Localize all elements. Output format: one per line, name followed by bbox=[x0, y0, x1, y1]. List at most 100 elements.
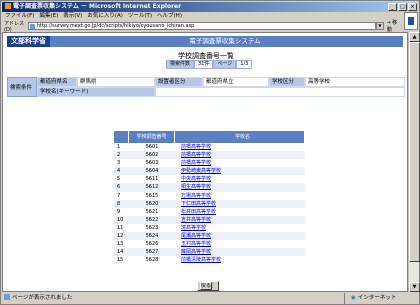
row-code: 5622 bbox=[145, 216, 159, 223]
menu-edit[interactable]: 編集(E) bbox=[39, 12, 58, 21]
table-row: 3 5603 前橋高等学校 bbox=[114, 159, 305, 167]
status-bar: ページが表示されました インターネット bbox=[2, 293, 418, 304]
close-button[interactable]: × bbox=[408, 3, 417, 11]
table-row: 9 5621 松井田高等学校 bbox=[114, 208, 305, 216]
school-link[interactable]: 前橋高等学校 bbox=[175, 151, 305, 159]
school-link[interactable]: 前橋高等学校 bbox=[175, 159, 305, 167]
school-type-value: 高等学校 bbox=[305, 77, 405, 87]
menu-favorites[interactable]: お気に入り(A) bbox=[87, 12, 123, 21]
minimize-button[interactable]: _ bbox=[388, 3, 397, 11]
address-dropdown-icon[interactable]: ▼ bbox=[375, 22, 384, 30]
count-label: 検索件数 bbox=[166, 60, 195, 69]
school-link[interactable]: 伊勢崎東高等学校 bbox=[175, 167, 305, 175]
school-link[interactable]: 前橋高等学校 bbox=[175, 143, 305, 151]
scroll-thumb[interactable] bbox=[409, 42, 420, 262]
table-row: 13 5626 玉村高等学校 bbox=[114, 240, 305, 248]
scroll-down-icon[interactable]: ▼ bbox=[409, 282, 420, 292]
table-row: 4 5604 伊勢崎東高等学校 bbox=[114, 167, 305, 176]
school-link[interactable]: 玉村高等学校 bbox=[175, 240, 305, 248]
table-row: 14 5627 藤岡高等学校 bbox=[114, 248, 305, 257]
row-no: 2 bbox=[117, 152, 121, 159]
row-code: 5612 bbox=[145, 184, 159, 191]
row-no: 13 bbox=[117, 241, 124, 248]
page-content: 電子調査票収集システム 文部科学省 学校調査番号一覧 検索件数 31件 ページ … bbox=[2, 32, 408, 292]
vertical-scrollbar[interactable]: ▲ ▼ bbox=[408, 32, 420, 292]
page-value: 1/3 bbox=[236, 60, 253, 69]
pager-info: 検索件数 31件 ページ 1/3 bbox=[166, 60, 253, 69]
row-no: 8 bbox=[117, 200, 121, 207]
school-type-label: 学校区分 bbox=[269, 77, 305, 87]
table-row: 2 5602 前橋高等学校 bbox=[114, 151, 305, 160]
maximize-button[interactable]: □ bbox=[398, 3, 407, 11]
table-header: 学校調査番号 学校名 bbox=[114, 131, 305, 143]
table-row: 6 5612 桐生高等学校 bbox=[114, 183, 305, 192]
window-title: 電子調査票収集システム － Microsoft Internet Explore… bbox=[13, 3, 182, 10]
row-code: 5604 bbox=[145, 168, 159, 175]
establisher-value: 都道府県立 bbox=[203, 77, 269, 87]
table-row: 7 5615 万場高等学校 bbox=[114, 192, 305, 200]
row-no: 12 bbox=[117, 233, 124, 240]
school-link[interactable]: 前橋清陵高等学校 bbox=[175, 256, 305, 264]
row-no: 6 bbox=[117, 184, 121, 191]
school-link[interactable]: 下仁田高等学校 bbox=[175, 200, 305, 208]
address-input[interactable]: http://survey.mext.go.jp/dc/scripts/hiki… bbox=[27, 22, 376, 30]
establisher-label: 設置者区分 bbox=[155, 77, 203, 87]
school-link[interactable]: 吉井高等学校 bbox=[175, 216, 305, 224]
menu-bar: ファイル(F) 編集(E) 表示(V) お気に入り(A) ツール(T) ヘルプ(… bbox=[2, 12, 418, 21]
table-row: 5 5611 中央高等学校 bbox=[114, 175, 305, 183]
pref-value: 群馬県 bbox=[77, 77, 155, 87]
table-row: 8 5620 下仁田高等学校 bbox=[114, 199, 305, 208]
scroll-up-icon[interactable]: ▲ bbox=[409, 32, 420, 42]
row-code: 5602 bbox=[145, 152, 159, 159]
school-link[interactable]: 中央高等学校 bbox=[175, 175, 305, 183]
windows-logo-icon bbox=[404, 12, 418, 30]
row-code: 5627 bbox=[145, 249, 159, 256]
school-link[interactable]: 松井田高等学校 bbox=[175, 208, 305, 216]
ie-icon bbox=[5, 3, 11, 9]
menu-view[interactable]: 表示(V) bbox=[63, 12, 82, 21]
count-value: 31件 bbox=[194, 60, 214, 69]
menu-tools[interactable]: ツール(T) bbox=[128, 12, 152, 21]
system-name: 電子調査票収集システム bbox=[189, 37, 261, 45]
row-code: 5623 bbox=[145, 224, 159, 231]
row-no: 7 bbox=[117, 192, 121, 199]
table-row: 11 5623 境高等学校 bbox=[114, 224, 305, 232]
row-code: 5626 bbox=[145, 241, 159, 248]
go-button[interactable]: 移動 bbox=[387, 19, 402, 33]
status-text: ページが表示されました bbox=[4, 293, 72, 304]
keyword-value bbox=[155, 87, 405, 97]
col-code: 学校調査番号 bbox=[129, 131, 175, 143]
school-table: 学校調査番号 学校名 1 5601 前橋高等学校 2 5602 前橋高等学校 3 5603 前橋… bbox=[114, 131, 305, 264]
back-button[interactable]: 戻る bbox=[200, 282, 212, 290]
pref-label: 都道府県名 bbox=[37, 77, 77, 87]
school-link[interactable]: 尾瀬高等学校 bbox=[175, 232, 305, 240]
page-label: ページ bbox=[213, 60, 237, 69]
school-link[interactable]: 万場高等学校 bbox=[175, 192, 305, 200]
row-no: 14 bbox=[117, 249, 124, 256]
row-no: 4 bbox=[117, 168, 121, 175]
address-label: アドレス(D) bbox=[4, 20, 25, 33]
school-link[interactable]: 境高等学校 bbox=[175, 224, 305, 232]
col-name: 学校名 bbox=[175, 131, 305, 143]
address-url: http://survey.mext.go.jp/dc/scripts/hiki… bbox=[36, 23, 195, 29]
row-no: 1 bbox=[117, 144, 121, 150]
school-link[interactable]: 桐生高等学校 bbox=[175, 183, 305, 191]
row-no: 9 bbox=[117, 208, 121, 215]
row-code: 5615 bbox=[145, 192, 159, 199]
row-code: 5628 bbox=[145, 257, 159, 264]
school-link[interactable]: 藤岡高等学校 bbox=[175, 248, 305, 256]
conditions-label: 検索条件 bbox=[7, 77, 37, 97]
title-bar: 電子調査票収集システム － Microsoft Internet Explore… bbox=[2, 2, 418, 12]
address-bar: アドレス(D) http://survey.mext.go.jp/dc/scri… bbox=[2, 19, 402, 33]
table-row: 15 5628 前橋清陵高等学校 bbox=[114, 256, 305, 264]
menu-help[interactable]: ヘルプ(H) bbox=[157, 12, 182, 21]
row-code: 5601 bbox=[145, 144, 159, 150]
keyword-label: 学校名(キーワード) bbox=[37, 87, 155, 97]
row-no: 10 bbox=[117, 216, 124, 223]
col-no bbox=[114, 131, 129, 143]
row-code: 5611 bbox=[145, 176, 159, 183]
browser-window: 電子調査票収集システム － Microsoft Internet Explore… bbox=[0, 0, 420, 305]
row-code: 5603 bbox=[145, 160, 159, 167]
internet-zone: インターネット bbox=[344, 293, 414, 304]
row-code: 5624 bbox=[145, 233, 159, 240]
